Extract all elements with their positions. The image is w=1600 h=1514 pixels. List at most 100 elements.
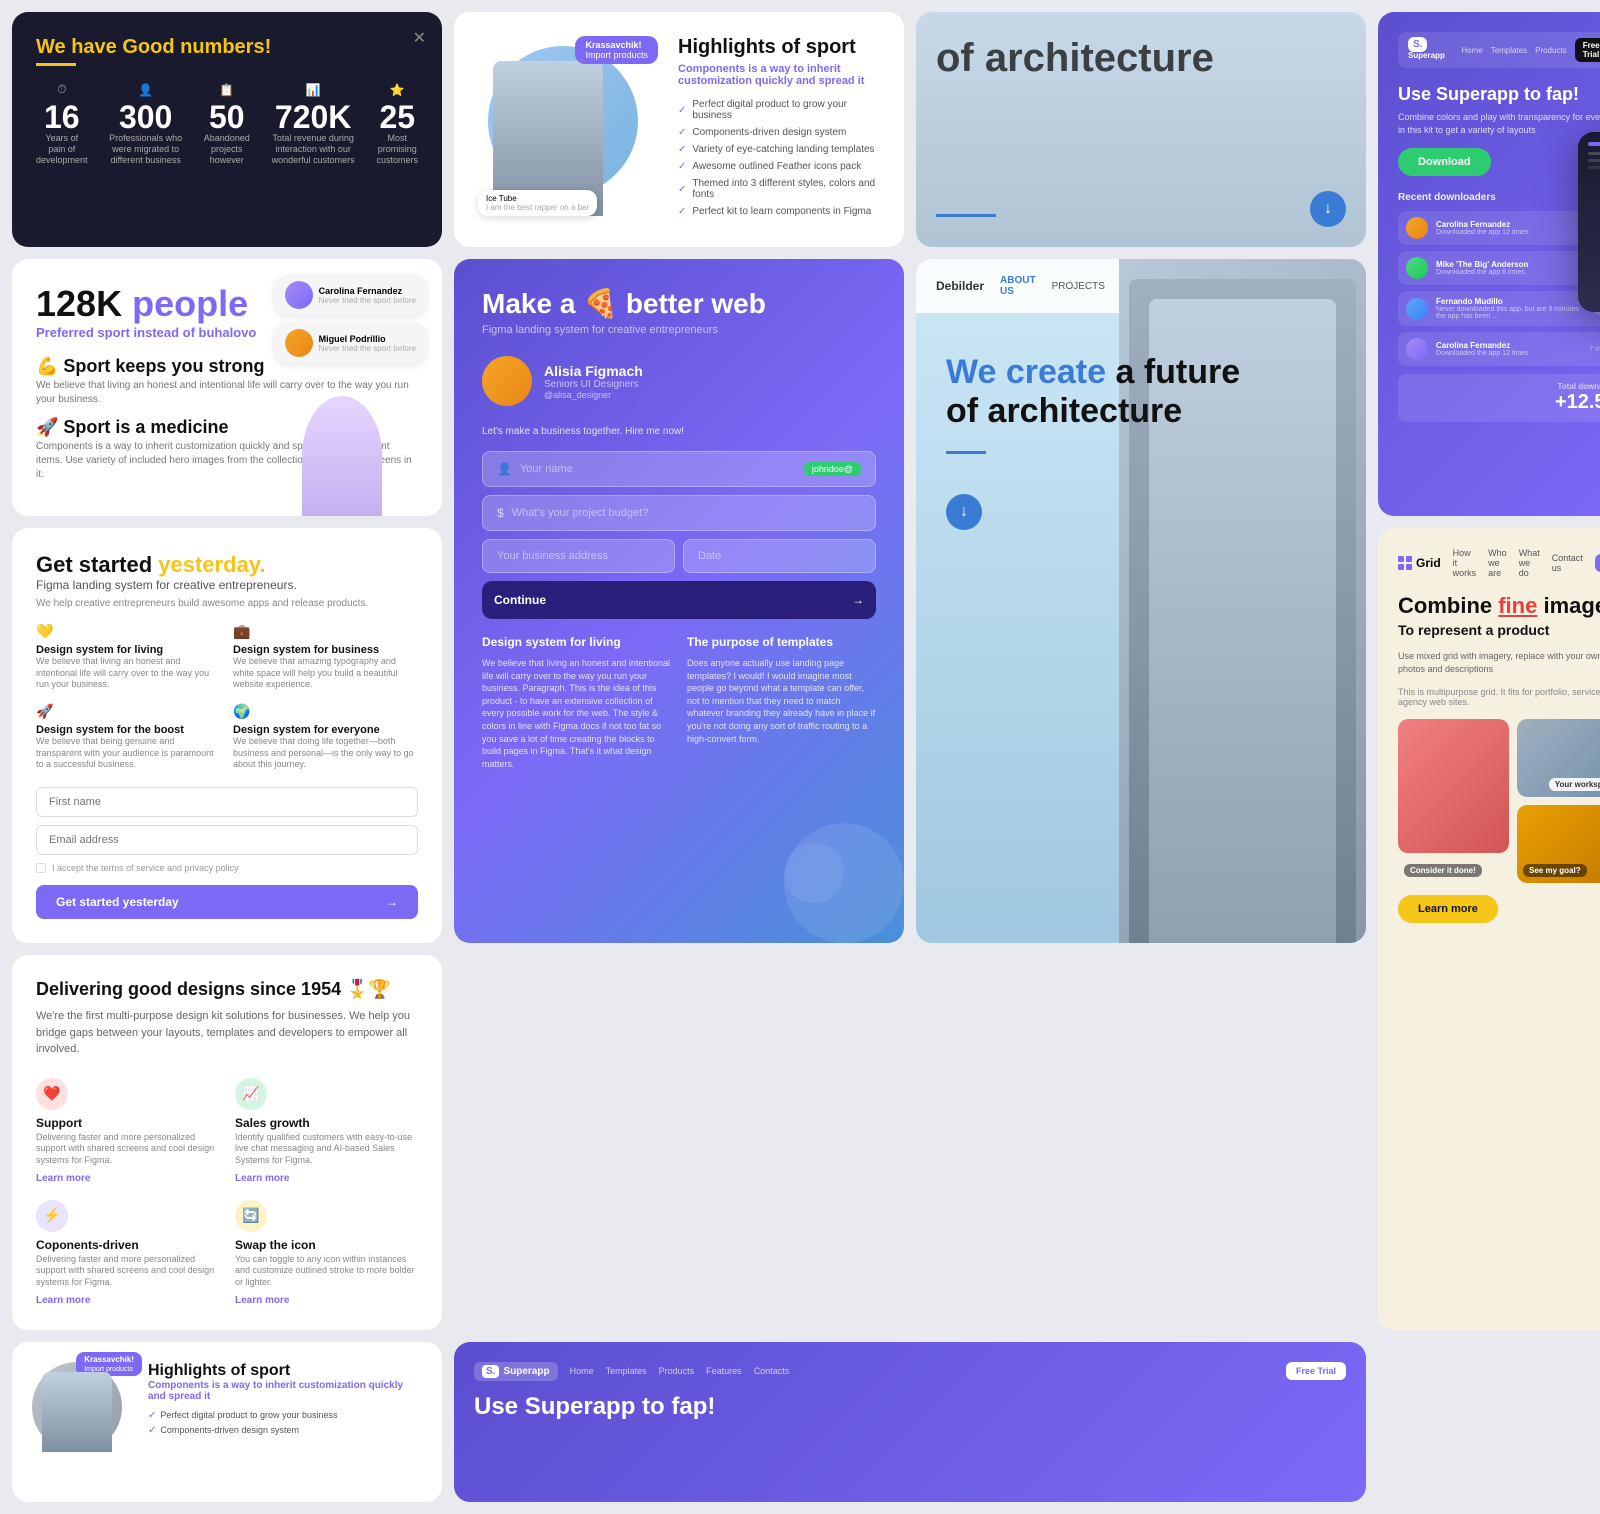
learn-more-button[interactable]: Learn more [1398, 895, 1498, 923]
stat-customers-label: Most promising customers [377, 133, 419, 165]
downloader-ago-4: 7 min ago [1589, 346, 1600, 353]
name-input-display[interactable]: 👤 Your name johndoe@ [482, 451, 876, 487]
avatar-miguel-img [285, 329, 313, 357]
grid-sign-button[interactable]: Sign [1595, 554, 1600, 572]
terms-checkbox[interactable] [36, 863, 46, 873]
superapp-nav-home[interactable]: Home [1461, 46, 1482, 55]
stat-customers: ⭐ 25 Most promising customers [377, 83, 419, 165]
profile-area: Alisia Figmach Seniors UI Designers @ali… [482, 356, 876, 406]
img-passion: See my goal? [1517, 805, 1600, 883]
grid-nav-contact[interactable]: Contact us [1552, 553, 1583, 573]
sport-feature-1: ✓Perfect digital product to grow your bu… [678, 99, 880, 121]
ds-everyone-desc: We believe that doing life together—both… [233, 736, 418, 771]
highlights-sport-title: Highlights of sport [678, 36, 880, 59]
avatar-group: Carolina Fernandez Never tried the sport… [275, 275, 426, 363]
budget-placeholder: What's your project budget? [512, 507, 649, 519]
superapp-free-trial-button[interactable]: Free Trial [1575, 38, 1600, 62]
superapp-bottom-nav-products[interactable]: Products [659, 1366, 695, 1376]
superapp-nav-templates[interactable]: Templates [1491, 46, 1527, 55]
grid-combine-card: Grid How it works Who we are What we do … [1378, 528, 1600, 1330]
downloaders-title: Recent downloaders [1398, 192, 1600, 203]
128k-number: 128K people [36, 283, 248, 324]
feature-sport-strong: 💪 Sport keeps you strong We believe that… [36, 356, 418, 407]
date-input-display[interactable]: Date [683, 539, 876, 573]
stat-professionals-label: Professionals who were migrated to diffe… [108, 133, 184, 165]
grid-nav-how[interactable]: How it works [1453, 548, 1477, 578]
feat-swap-title: Swap the icon [235, 1238, 418, 1252]
ds-living-title: Design system for living [36, 644, 221, 656]
stat-years: ⏱ 16 Years of pain of development [36, 82, 88, 165]
download-button[interactable]: Download [1398, 148, 1491, 176]
get-started-card: Get started yesterday. Figma landing sys… [12, 528, 442, 943]
stat-projects-value: 50 [204, 101, 250, 133]
superapp-bottom-title: Use Superapp to fap! [474, 1393, 1346, 1421]
agency-line [946, 451, 986, 454]
col-living-text: We believe that living an honest and int… [482, 657, 671, 770]
ds-everyone: 🌍 Design system for everyone We believe … [233, 703, 418, 771]
agency-nav-about[interactable]: ABOUT US [1000, 275, 1036, 297]
highlights-sport-card: Krassavchik!Import products Ice TubeI am… [454, 12, 904, 247]
downloader-1: Carolina Fernandez Downloaded the app 12… [1398, 211, 1600, 245]
better-web-title: Make a 🍕 better web [482, 287, 876, 320]
architecture-top-card: of architecture ↓ [916, 12, 1366, 247]
img-lipstick: Consider it done! [1398, 719, 1509, 882]
agency-logo: Debilder [936, 279, 984, 293]
feat-swap-desc: You can toggle to any icon within instan… [235, 1254, 418, 1289]
we-create-text: We create [946, 353, 1106, 391]
grid-nav-who[interactable]: Who we are [1488, 548, 1507, 578]
lipstick-label: Consider it done! [1404, 864, 1482, 877]
gold-divider [36, 63, 76, 66]
downloader-3: Fernando Mudillo Never downloaded this a… [1398, 291, 1600, 326]
superapp-bottom-nav-contacts[interactable]: Contacts [754, 1366, 790, 1376]
superapp-bottom-nav-home[interactable]: Home [570, 1366, 594, 1376]
get-started-button[interactable]: Get started yesterday → [36, 885, 418, 919]
firstname-input[interactable] [36, 787, 418, 817]
avatar-carolina: Carolina Fernandez Never tried the sport… [275, 275, 426, 315]
total-label: Total downloads [1406, 382, 1600, 391]
highlights-bottom-content: Highlights of sport Components is a way … [148, 1362, 422, 1440]
superapp-bottom-nav-features[interactable]: Features [706, 1366, 742, 1376]
stat-customers-value: 25 [377, 101, 419, 133]
feat-sales: 📈 Sales growth Identify qualified custom… [235, 1078, 418, 1184]
downloader-sub-1: Downloaded the app 12 times [1436, 229, 1529, 236]
highlights-bottom-title: Highlights of sport [148, 1362, 422, 1380]
support-icon: ❤️ [36, 1078, 68, 1110]
grid-nav-what[interactable]: What we do [1519, 548, 1540, 578]
close-icon[interactable]: ✕ [413, 28, 426, 48]
profile-handle: @alisa_designer [544, 390, 643, 400]
profile-info: Alisia Figmach Seniors UI Designers @ali… [544, 363, 643, 400]
learn-more-sales[interactable]: Learn more [235, 1173, 418, 1184]
arrow-down-icon: ↓ [960, 503, 968, 521]
learn-more-components[interactable]: Learn more [36, 1295, 219, 1306]
superapp-bottom-free-trial-button[interactable]: Free Trial [1286, 1362, 1346, 1380]
col-living-title: Design system for living [482, 635, 671, 649]
profile-name: Alisia Figmach [544, 363, 643, 379]
delivering-desc: We're the first multi-purpose design kit… [36, 1008, 418, 1058]
arch-down-button[interactable]: ↓ [1310, 191, 1346, 227]
stat-projects: 📋 50 Abandoned projects however [204, 83, 250, 165]
agency-nav-projects[interactable]: PROJECTS [1052, 281, 1105, 292]
feat-components-title: Coponents-driven [36, 1238, 219, 1252]
profile-role: Seniors UI Designers [544, 379, 643, 390]
get-started-title: Get started yesterday. [36, 552, 418, 578]
stat-revenue-value: 720K [270, 101, 357, 133]
superapp-navbar: S. Superapp Home Templates Products Free… [1398, 32, 1600, 68]
address-row: Your business address Date [482, 539, 876, 581]
superapp-bottom-nav-templates[interactable]: Templates [606, 1366, 647, 1376]
design-systems-grid: 💛 Design system for living We believe th… [36, 623, 418, 771]
good-numbers-title: We have Good numbers! [36, 36, 418, 59]
sport-feature-6: ✓Perfect kit to learn components in Figm… [678, 206, 880, 217]
ds-business: 💼 Design system for business We believe … [233, 623, 418, 691]
address-input-display[interactable]: Your business address [482, 539, 675, 573]
budget-input-display[interactable]: $ What's your project budget? [482, 495, 876, 531]
content-columns: Design system for living We believe that… [482, 635, 876, 770]
superapp-nav-products[interactable]: Products [1535, 46, 1567, 55]
learn-more-swap[interactable]: Learn more [235, 1295, 418, 1306]
learn-more-support[interactable]: Learn more [36, 1173, 219, 1184]
agency-down-button[interactable]: ↓ [946, 494, 982, 530]
email-input[interactable] [36, 825, 418, 855]
image-grid: Consider it done! Your workspace See my … [1398, 719, 1600, 882]
feat-swap: 🔄 Swap the icon You can toggle to any ic… [235, 1200, 418, 1306]
arch-line [936, 214, 996, 217]
continue-button[interactable]: Continue → [482, 581, 876, 619]
